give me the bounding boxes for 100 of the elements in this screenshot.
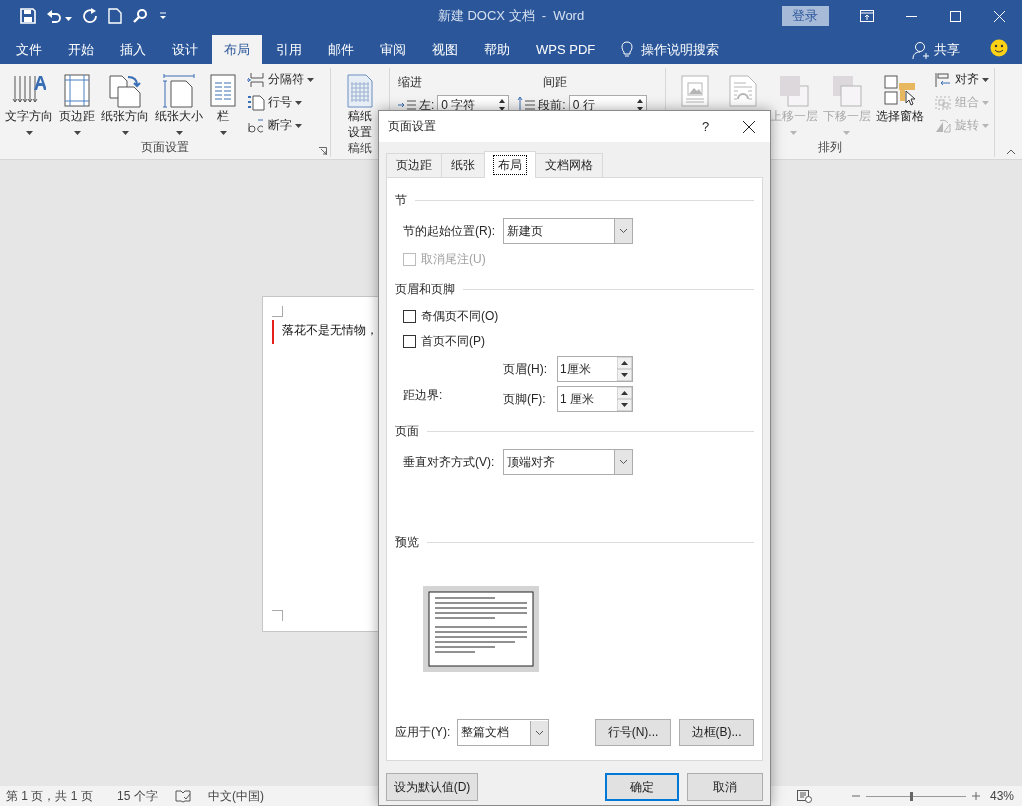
ribbon-button[interactable]: 分隔符 <box>245 70 316 89</box>
new-document-icon[interactable] <box>108 8 122 24</box>
dialog-tab[interactable]: 页边距 <box>386 153 442 177</box>
ribbon-button[interactable]: 文字方向 <box>3 68 55 139</box>
align-icon <box>934 71 952 88</box>
checkbox[interactable] <box>403 309 416 323</box>
caret-icon <box>307 77 314 82</box>
ok-button[interactable]: 确定 <box>605 773 679 801</box>
ribbon-tab[interactable]: WPS PDF <box>524 35 608 64</box>
section-heading: 节 <box>395 192 407 208</box>
ribbon-tab[interactable]: 引用 <box>264 35 314 64</box>
spin-arrows-icon <box>498 98 507 112</box>
caret-icon <box>25 131 33 135</box>
collapse-ribbon-icon[interactable] <box>1006 149 1016 155</box>
ribbon-tab[interactable]: 布局 <box>212 35 262 64</box>
dropdown[interactable]: 新建页 <box>503 218 633 244</box>
cancel-button[interactable]: 取消 <box>687 773 763 801</box>
checkbox-label: 首页不同(P) <box>421 332 485 350</box>
field-label: 节的起始位置(R): <box>403 222 496 240</box>
field-label: 段前: <box>538 96 566 114</box>
ribbon-button[interactable]: 栏 <box>207 68 239 139</box>
ribbon-button[interactable]: 页边距 <box>57 68 97 139</box>
field-label: 页脚(F): <box>503 390 547 408</box>
smiley-icon[interactable] <box>990 39 1008 57</box>
ribbon-button[interactable]: 稿纸设置 <box>343 68 377 140</box>
ribbon-tab[interactable]: 邮件 <box>316 35 366 64</box>
ribbon-button[interactable]: 纸张大小 <box>153 68 205 139</box>
caret-icon <box>982 123 989 128</box>
minimize-icon[interactable] <box>905 15 917 17</box>
maximize-icon[interactable] <box>950 10 961 22</box>
group-heading: 间距 <box>542 74 569 91</box>
lightbulb-icon <box>621 41 634 58</box>
caret-icon <box>73 131 81 135</box>
checkbox[interactable] <box>403 334 416 348</box>
corner-mark <box>272 610 283 621</box>
corner-mark <box>272 306 283 317</box>
rotate-icon <box>934 117 952 134</box>
caret-icon <box>295 123 302 128</box>
help-button[interactable]: ? <box>702 119 728 134</box>
save-icon[interactable] <box>20 8 36 24</box>
set-default-button[interactable]: 设为默认值(D) <box>386 773 478 801</box>
ribbon-tab[interactable]: 帮助 <box>472 35 522 64</box>
dropdown[interactable]: 顶端对齐 <box>503 449 633 475</box>
sign-in-button[interactable]: 登录 <box>782 6 829 26</box>
language-status[interactable]: 中文(中国) <box>208 787 264 805</box>
focus-mode-icon[interactable] <box>797 789 812 803</box>
line-numbers-button[interactable]: 行号(N)... <box>595 719 671 746</box>
ribbon-tab[interactable]: 视图 <box>420 35 470 64</box>
redo-icon[interactable] <box>82 8 98 24</box>
close-icon[interactable] <box>743 120 755 133</box>
dialog-tab[interactable]: 文档网格 <box>535 153 603 177</box>
paper-size-icon <box>162 74 196 108</box>
ribbon-button[interactable]: 断字 <box>245 116 316 135</box>
field-label: 距边界: <box>403 386 444 404</box>
page-count[interactable]: 第 1 页，共 1 页 <box>6 787 117 805</box>
zoom-slider[interactable] <box>866 791 966 801</box>
position-icon <box>680 74 710 108</box>
zoom-level[interactable]: 43% <box>990 789 1016 803</box>
ribbon-display-icon[interactable] <box>859 10 874 22</box>
slider-thumb[interactable] <box>910 791 913 801</box>
bring-forward-icon <box>777 74 810 108</box>
ribbon-button[interactable]: 行号 <box>245 93 316 112</box>
draft-paper-icon <box>346 74 374 108</box>
proofing-icon[interactable] <box>175 789 191 803</box>
caret-icon <box>843 131 851 135</box>
ribbon-tab[interactable]: 审阅 <box>368 35 418 64</box>
checkbox-label: 取消尾注(U) <box>421 250 486 268</box>
spin-arrows-icon <box>617 357 632 381</box>
dropdown[interactable]: 整篇文档 <box>457 719 549 746</box>
word-count[interactable]: 15 个字 <box>117 787 175 805</box>
ribbon-tab[interactable]: 文件 <box>4 35 54 64</box>
field-label: 左: <box>419 96 435 114</box>
ribbon-button[interactable]: 对齐 <box>932 70 991 89</box>
line-numbers-icon <box>247 94 265 111</box>
window-title: 新建 DOCX 文档 - Word <box>436 7 586 25</box>
tell-me-search[interactable]: 操作说明搜索 <box>621 35 720 64</box>
group-label: 页面设置 <box>140 139 190 156</box>
section-heading: 页面 <box>395 423 419 439</box>
margins-icon <box>63 74 91 108</box>
section-heading: 预览 <box>395 534 419 550</box>
spinner-field[interactable]: 1 厘米 <box>557 386 633 412</box>
orientation-icon <box>108 74 142 108</box>
indent-left-icon <box>398 98 416 112</box>
hyphenation-icon <box>247 117 265 134</box>
share-button[interactable]: 共享 <box>906 35 966 64</box>
ribbon-button[interactable]: 选择窗格 <box>874 68 926 139</box>
ribbon-button[interactable]: 纸张方向 <box>99 68 151 139</box>
search-icon[interactable] <box>132 8 148 24</box>
ribbon-tab[interactable]: 设计 <box>160 35 210 64</box>
zoom-in-icon[interactable] <box>972 792 980 800</box>
caret-icon <box>982 100 989 105</box>
ribbon-tab[interactable]: 开始 <box>56 35 106 64</box>
spinner-field[interactable]: 1厘米 <box>557 356 633 382</box>
undo-icon[interactable] <box>46 9 62 23</box>
customize-icon[interactable] <box>158 11 168 21</box>
borders-button[interactable]: 边框(B)... <box>679 719 754 746</box>
ribbon-tab[interactable]: 插入 <box>108 35 158 64</box>
caret-icon <box>790 131 798 135</box>
dialog-launcher-icon[interactable] <box>319 147 327 155</box>
dialog-tab[interactable]: 布局 <box>484 151 536 178</box>
